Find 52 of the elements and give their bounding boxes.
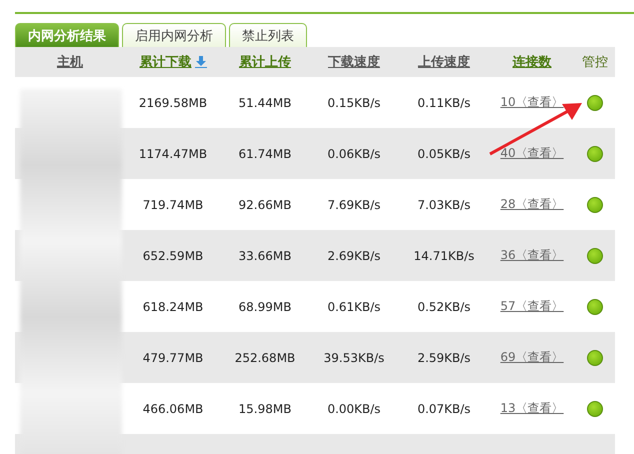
table-cell: 68.99MB xyxy=(238,300,292,314)
table-cell: 719.74MB xyxy=(142,198,204,212)
table-cell: 2169.58MB xyxy=(138,96,208,110)
table-cell: 15.98MB xyxy=(238,402,292,416)
table-cell: 7.03KB/s xyxy=(417,198,471,212)
table-cell: 252.68MB xyxy=(234,350,296,364)
table-cell: 0.06KB/s xyxy=(327,146,381,160)
column-header-link[interactable]: 连接数 xyxy=(512,53,552,71)
table-cell: 0.07KB/s xyxy=(417,402,471,416)
table-cell: 479.77MB xyxy=(142,350,204,364)
table-cell: 0.52KB/s xyxy=(417,300,471,314)
table-cell: 0.11KB/s xyxy=(417,96,471,110)
table-cell: 51.44MB xyxy=(238,96,292,110)
column-header-link[interactable]: 下载速度 xyxy=(328,53,380,71)
tab[interactable]: 启用内网分析 xyxy=(122,23,226,47)
column-header-link[interactable]: 主机 xyxy=(57,53,83,71)
column-header-link[interactable]: 累计上传 xyxy=(239,53,291,71)
column-header-link[interactable]: 累计下载 xyxy=(140,53,192,71)
table-cell: 61.74MB xyxy=(238,146,292,160)
table-cell: 0.61KB/s xyxy=(327,300,381,314)
tab[interactable]: 禁止列表 xyxy=(229,23,307,47)
table-cell: 618.24MB xyxy=(142,300,204,314)
table-cell: 2.69KB/s xyxy=(327,248,381,262)
status-toggle[interactable] xyxy=(587,196,603,212)
table-cell: 652.59MB xyxy=(142,248,204,262)
connections-link[interactable]: 13〈查看〉 xyxy=(500,400,564,417)
table-cell: 33.66MB xyxy=(238,248,292,262)
connections-link[interactable]: 36〈查看〉 xyxy=(500,247,564,264)
column-header[interactable]: 管控 xyxy=(582,53,608,71)
connections-link[interactable]: 28〈查看〉 xyxy=(500,196,564,213)
status-toggle[interactable] xyxy=(587,350,603,366)
connections-link[interactable]: 10〈查看〉 xyxy=(500,94,564,111)
status-toggle[interactable] xyxy=(587,146,603,162)
table-cell: 0.05KB/s xyxy=(417,146,471,160)
sort-down-icon[interactable] xyxy=(194,56,206,68)
table-cell: 39.53KB/s xyxy=(324,350,384,364)
table-cell: 0.00KB/s xyxy=(327,402,381,416)
status-toggle[interactable] xyxy=(587,248,603,264)
table-cell: 92.66MB xyxy=(238,198,292,212)
table-cell: 466.06MB xyxy=(142,402,204,416)
table-cell: 0.15KB/s xyxy=(327,96,381,110)
table-cell: 7.69KB/s xyxy=(327,198,381,212)
table-cell: 2.59KB/s xyxy=(417,350,471,364)
status-toggle[interactable] xyxy=(587,298,603,314)
connections-link[interactable]: 69〈查看〉 xyxy=(500,349,564,366)
status-toggle[interactable] xyxy=(587,400,603,416)
table-cell: 1174.47MB xyxy=(138,146,208,160)
table-cell: 14.71KB/s xyxy=(414,248,474,262)
connections-link[interactable]: 40〈查看〉 xyxy=(500,145,564,162)
connections-link[interactable]: 57〈查看〉 xyxy=(500,298,564,315)
column-header-link[interactable]: 上传速度 xyxy=(418,53,470,71)
status-toggle[interactable] xyxy=(587,94,603,110)
